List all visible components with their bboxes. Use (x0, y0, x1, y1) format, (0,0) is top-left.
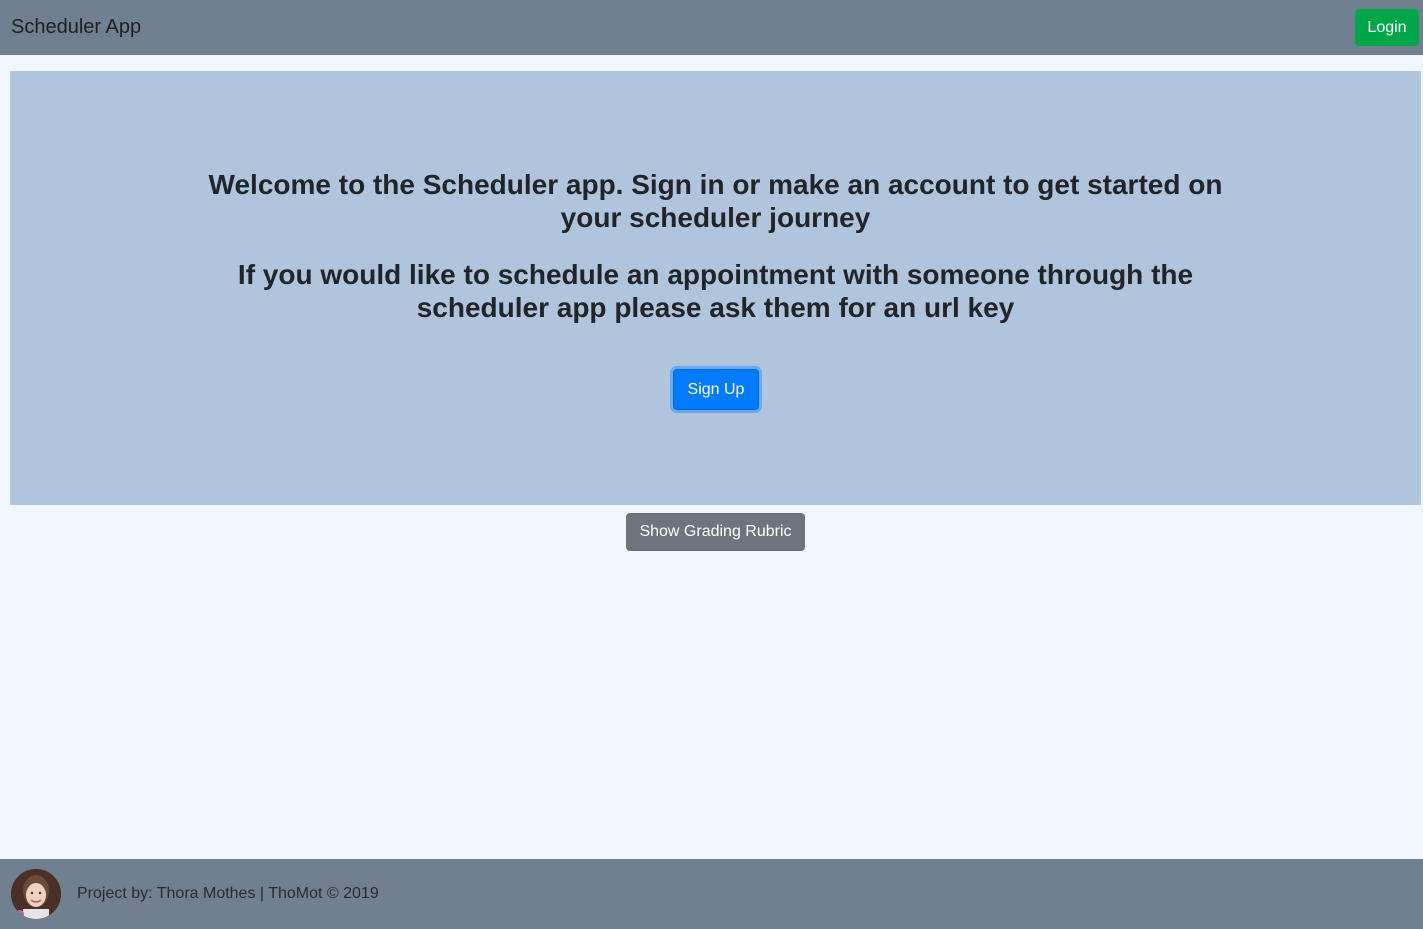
info-heading: If you would like to schedule an appoint… (237, 259, 1194, 323)
navbar: Scheduler App Login (0, 0, 1423, 55)
avatar-photo-icon (11, 869, 61, 919)
login-button[interactable]: Login (1355, 9, 1419, 46)
show-grading-rubric-button[interactable]: Show Grading Rubric (626, 513, 805, 551)
welcome-heading: Welcome to the Scheduler app. Sign in or… (208, 169, 1223, 233)
sign-up-button[interactable]: Sign Up (673, 369, 759, 410)
footer: Project by: Thora Mothes | ThoMot © 2019 (0, 859, 1423, 929)
hero-jumbotron: Welcome to the Scheduler app. Sign in or… (10, 71, 1421, 505)
footer-credit: Project by: Thora Mothes | ThoMot © 2019 (77, 885, 379, 902)
brand-title[interactable]: Scheduler App (11, 16, 141, 39)
